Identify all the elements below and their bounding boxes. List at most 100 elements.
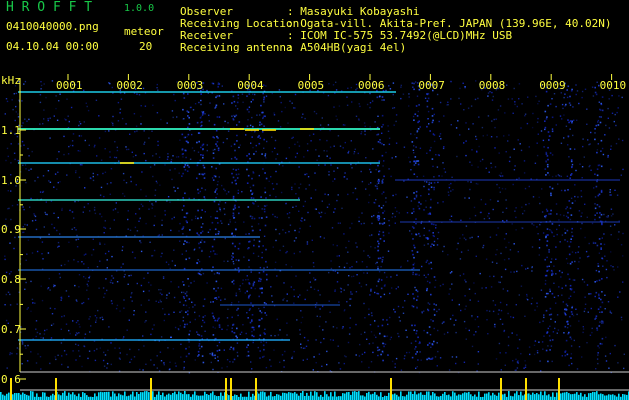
noise-dot	[112, 282, 114, 284]
echo-dot	[551, 273, 553, 275]
echo-dot	[546, 269, 549, 272]
noise-dot	[618, 138, 620, 140]
noise-dot	[107, 349, 109, 351]
noise-dot	[83, 263, 85, 265]
noise-dot	[276, 318, 278, 320]
echo-dot	[426, 93, 428, 95]
noise-dot	[194, 359, 196, 361]
noise-dot	[426, 152, 428, 154]
noise-dot	[68, 145, 70, 148]
noise-dot	[310, 286, 312, 288]
histogram-bar	[314, 391, 316, 400]
noise-dot	[544, 283, 547, 285]
noise-dot	[576, 90, 579, 92]
noise-dot	[301, 220, 303, 222]
noise-dot	[214, 148, 216, 151]
noise-dot	[479, 160, 482, 162]
noise-dot	[581, 212, 583, 214]
noise-dot	[264, 328, 266, 330]
noise-dot	[389, 316, 391, 319]
echo-dot	[412, 208, 415, 210]
echo-dot	[237, 94, 240, 96]
noise-dot	[243, 256, 245, 258]
noise-dot	[601, 322, 603, 324]
echo-dot	[570, 160, 573, 163]
histogram-bar	[618, 393, 620, 400]
echo-dot	[188, 298, 191, 300]
noise-dot	[122, 192, 124, 195]
echo-dot	[382, 342, 384, 345]
noise-dot	[321, 117, 323, 119]
noise-dot	[374, 320, 376, 322]
noise-dot	[561, 271, 563, 274]
noise-dot	[467, 107, 470, 109]
noise-dot	[109, 193, 111, 195]
histogram-bar	[400, 391, 402, 400]
noise-dot	[563, 114, 565, 116]
histogram-bar	[162, 392, 164, 400]
echo-dot	[426, 259, 429, 262]
noise-dot	[582, 326, 584, 328]
noise-dot	[463, 361, 466, 363]
echo-dot	[201, 144, 204, 147]
noise-dot	[71, 211, 73, 213]
noise-dot	[386, 335, 389, 337]
echo-dot	[428, 188, 430, 191]
echo-dot	[571, 313, 574, 315]
noise-dot	[437, 202, 439, 204]
noise-dot	[6, 100, 9, 103]
noise-dot	[116, 146, 118, 149]
noise-dot	[23, 83, 25, 85]
echo-dot	[430, 186, 433, 188]
echo-dot	[571, 227, 573, 230]
histogram-bar	[622, 394, 624, 400]
noise-dot	[274, 215, 276, 218]
noise-dot	[74, 284, 76, 287]
echo-dot	[262, 270, 265, 273]
noise-dot	[349, 304, 351, 307]
noise-dot	[318, 325, 321, 328]
echo-dot	[235, 228, 237, 231]
echo-dot	[200, 121, 203, 123]
noise-dot	[279, 361, 281, 363]
histogram-bar	[616, 396, 618, 400]
noise-dot	[383, 144, 385, 146]
noise-dot	[563, 96, 565, 99]
noise-dot	[250, 142, 252, 144]
noise-dot	[164, 313, 166, 316]
noise-dot	[364, 317, 366, 319]
noise-dot	[75, 334, 77, 336]
noise-dot	[408, 96, 410, 98]
noise-dot	[571, 163, 574, 166]
noise-dot	[172, 155, 174, 157]
histogram-bar	[134, 396, 136, 400]
echo-dot	[252, 98, 254, 101]
echo-dot	[262, 116, 264, 119]
echo-dot	[198, 343, 201, 345]
noise-dot	[433, 240, 436, 243]
noise-dot	[376, 261, 378, 264]
histogram-bar	[432, 392, 434, 400]
noise-dot	[168, 263, 170, 266]
noise-dot	[550, 345, 553, 347]
noise-dot	[194, 311, 196, 314]
noise-dot	[392, 82, 395, 84]
noise-dot	[291, 137, 293, 139]
noise-dot	[186, 135, 188, 138]
echo-dot	[567, 189, 569, 191]
histogram-bar	[580, 392, 582, 400]
histogram-bar	[144, 391, 146, 400]
noise-dot	[384, 343, 387, 345]
noise-dot	[104, 252, 107, 255]
noise-dot	[423, 185, 425, 188]
time-label: 0007	[418, 79, 445, 92]
noise-dot	[78, 135, 81, 137]
noise-dot	[599, 321, 601, 323]
noise-dot	[43, 226, 45, 228]
echo-dot	[551, 116, 554, 119]
noise-dot	[597, 362, 599, 365]
noise-dot	[140, 123, 142, 125]
noise-dot	[507, 344, 510, 347]
histogram-bar	[530, 394, 532, 400]
noise-dot	[438, 175, 440, 177]
